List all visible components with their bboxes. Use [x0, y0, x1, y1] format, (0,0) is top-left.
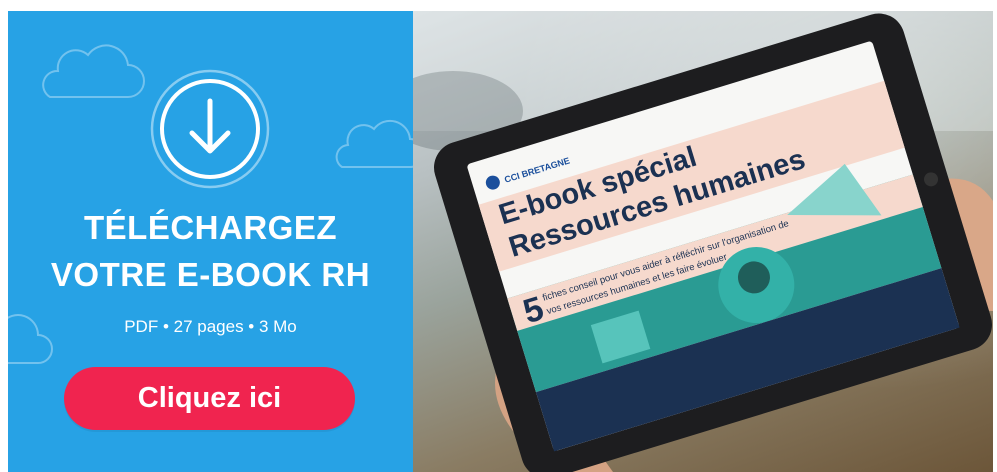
- headline-line1: TÉLÉCHARGEZ: [84, 209, 337, 246]
- cloud-icon: [335, 119, 413, 168]
- cta-button[interactable]: Cliquez ici: [64, 367, 355, 430]
- ebook-banner[interactable]: TÉLÉCHARGEZ VOTRE E-BOOK RH PDF • 27 pag…: [8, 11, 993, 472]
- file-info: PDF • 27 pages • 3 Mo: [124, 317, 297, 336]
- headline-line2: VOTRE E-BOOK RH: [50, 256, 371, 293]
- tablet-illustration: CCI BRETAGNE E-book spécial Ressources h…: [413, 11, 993, 472]
- tablet-photo: CCI BRETAGNE E-book spécial Ressources h…: [413, 11, 993, 472]
- cloud-icon: [42, 44, 145, 98]
- download-arrow-icon: [150, 69, 270, 189]
- promo-panel: TÉLÉCHARGEZ VOTRE E-BOOK RH PDF • 27 pag…: [8, 11, 413, 472]
